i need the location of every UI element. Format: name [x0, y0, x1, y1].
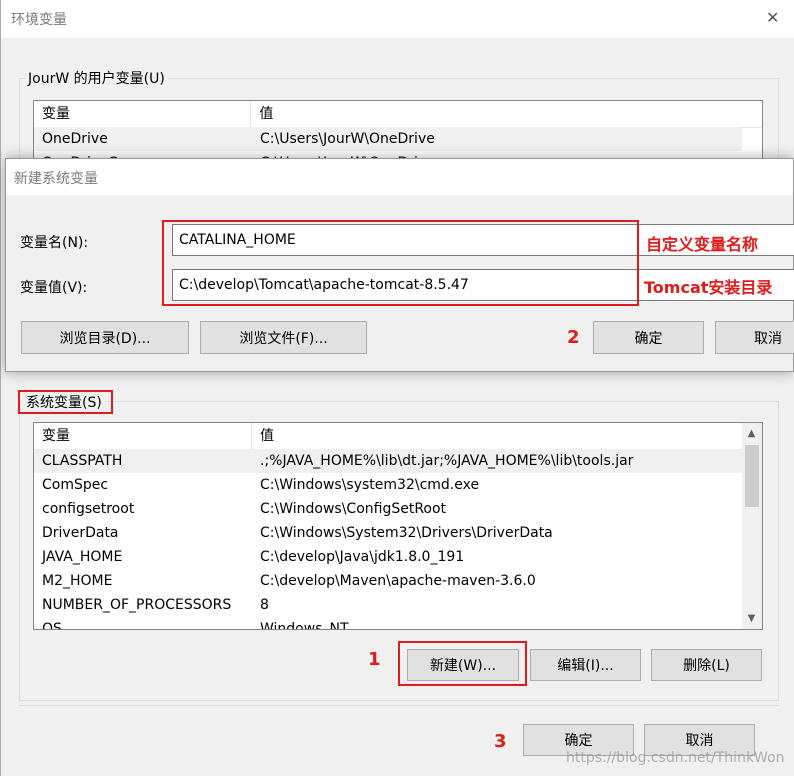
table-row[interactable]: M2_HOME C:\develop\Maven\apache-maven-3.… [34, 569, 742, 593]
variable-value-cell: C:\develop\Java\jdk1.8.0_191 [260, 549, 465, 565]
variable-value-cell: C:\Users\JourW\OneDrive [260, 131, 435, 147]
main-title-bar [1, 0, 794, 38]
variable-name-cell: OneDrive [42, 131, 108, 147]
variable-value-label: 变量值(V): [20, 280, 88, 296]
variable-value-cell: 8 [260, 597, 269, 613]
variable-value-cell: C:\Windows\ConfigSetRoot [260, 501, 447, 517]
variable-value-cell: Windows_NT [260, 621, 349, 630]
main-window-title: 环境变量 [11, 12, 67, 28]
table-row[interactable]: OS Windows_NT [34, 617, 742, 630]
system-variables-highlight [18, 390, 113, 414]
system-variables-table[interactable]: 变量 值 CLASSPATH .;%JAVA_HOME%\lib\dt.jar;… [33, 422, 763, 630]
scrollbar-thumb[interactable] [745, 445, 759, 507]
table-row[interactable]: NUMBER_OF_PROCESSORS 8 [34, 593, 742, 617]
variable-name-cell: ComSpec [42, 477, 109, 493]
variable-name-cell: configsetroot [42, 501, 135, 517]
vertical-scrollbar[interactable]: ▲ ▼ [742, 423, 762, 629]
step-1-marker: 1 [368, 649, 381, 670]
delete-button[interactable]: 删除(L) [651, 649, 762, 681]
new-variable-dialog: 新建系统变量 变量名(N): CATALINA_HOME 变量值(V): C:\… [5, 158, 794, 372]
column-header-value[interactable]: 值 [252, 423, 742, 449]
variable-name-cell: CLASSPATH [42, 453, 123, 469]
table-row[interactable]: ComSpec C:\Windows\system32\cmd.exe [34, 473, 742, 497]
value-annotation: Tomcat安装目录 [644, 274, 773, 298]
column-header-value[interactable]: 值 [251, 101, 762, 127]
variable-name-cell: M2_HOME [42, 573, 113, 589]
step-2-marker: 2 [567, 327, 580, 348]
variable-value-cell: .;%JAVA_HOME%\lib\dt.jar;%JAVA_HOME%\lib… [260, 453, 634, 469]
new-button-highlight [398, 641, 527, 686]
column-header-name[interactable]: 变量 [34, 423, 252, 449]
bottom-divider [19, 705, 779, 706]
table-header: 变量 值 [34, 101, 762, 128]
variable-name-cell: JAVA_HOME [42, 549, 123, 565]
browse-directory-button[interactable]: 浏览目录(D)... [21, 321, 189, 354]
step-3-marker: 3 [494, 731, 507, 752]
dialog-ok-button[interactable]: 确定 [593, 321, 704, 354]
scroll-up-icon[interactable]: ▲ [743, 425, 760, 442]
user-variables-label: JourW 的用户变量(U) [25, 68, 168, 88]
variable-name-cell: NUMBER_OF_PROCESSORS [42, 597, 232, 613]
table-row[interactable]: JAVA_HOME C:\develop\Java\jdk1.8.0_191 [34, 545, 742, 569]
browse-file-button[interactable]: 浏览文件(F)... [200, 321, 367, 354]
main-window: 环境变量 ✕ JourW 的用户变量(U) 变量 值 OneDrive C:\U… [0, 0, 794, 776]
dialog-title-bar [6, 159, 793, 195]
table-row[interactable]: CLASSPATH .;%JAVA_HOME%\lib\dt.jar;%JAVA… [34, 449, 742, 473]
table-row[interactable]: DriverData C:\Windows\System32\Drivers\D… [34, 521, 742, 545]
edit-button[interactable]: 编辑(I)... [530, 649, 641, 681]
dialog-cancel-button[interactable]: 取消 [715, 321, 794, 354]
variable-name-cell: OS [42, 621, 62, 630]
watermark: https://blog.csdn.net/ThinkWon [566, 750, 785, 766]
input-fields-highlight [162, 220, 639, 306]
column-header-name[interactable]: 变量 [34, 101, 252, 127]
scroll-down-icon[interactable]: ▼ [743, 610, 760, 627]
variable-value-cell: C:\Windows\System32\Drivers\DriverData [260, 525, 553, 541]
dialog-title: 新建系统变量 [14, 171, 98, 187]
variable-value-cell: C:\Windows\system32\cmd.exe [260, 477, 480, 493]
name-annotation: 自定义变量名称 [646, 231, 759, 255]
variable-name-cell: DriverData [42, 525, 119, 541]
table-header: 变量 值 [34, 423, 742, 450]
user-variables-table[interactable]: 变量 值 OneDrive C:\Users\JourW\OneDrive On… [33, 100, 763, 160]
table-row[interactable]: OneDrive C:\Users\JourW\OneDrive [34, 127, 742, 151]
variable-name-label: 变量名(N): [20, 235, 89, 251]
variable-value-cell: C:\develop\Maven\apache-maven-3.6.0 [260, 573, 536, 589]
close-icon[interactable]: ✕ [766, 8, 779, 27]
table-row[interactable]: configsetroot C:\Windows\ConfigSetRoot [34, 497, 742, 521]
